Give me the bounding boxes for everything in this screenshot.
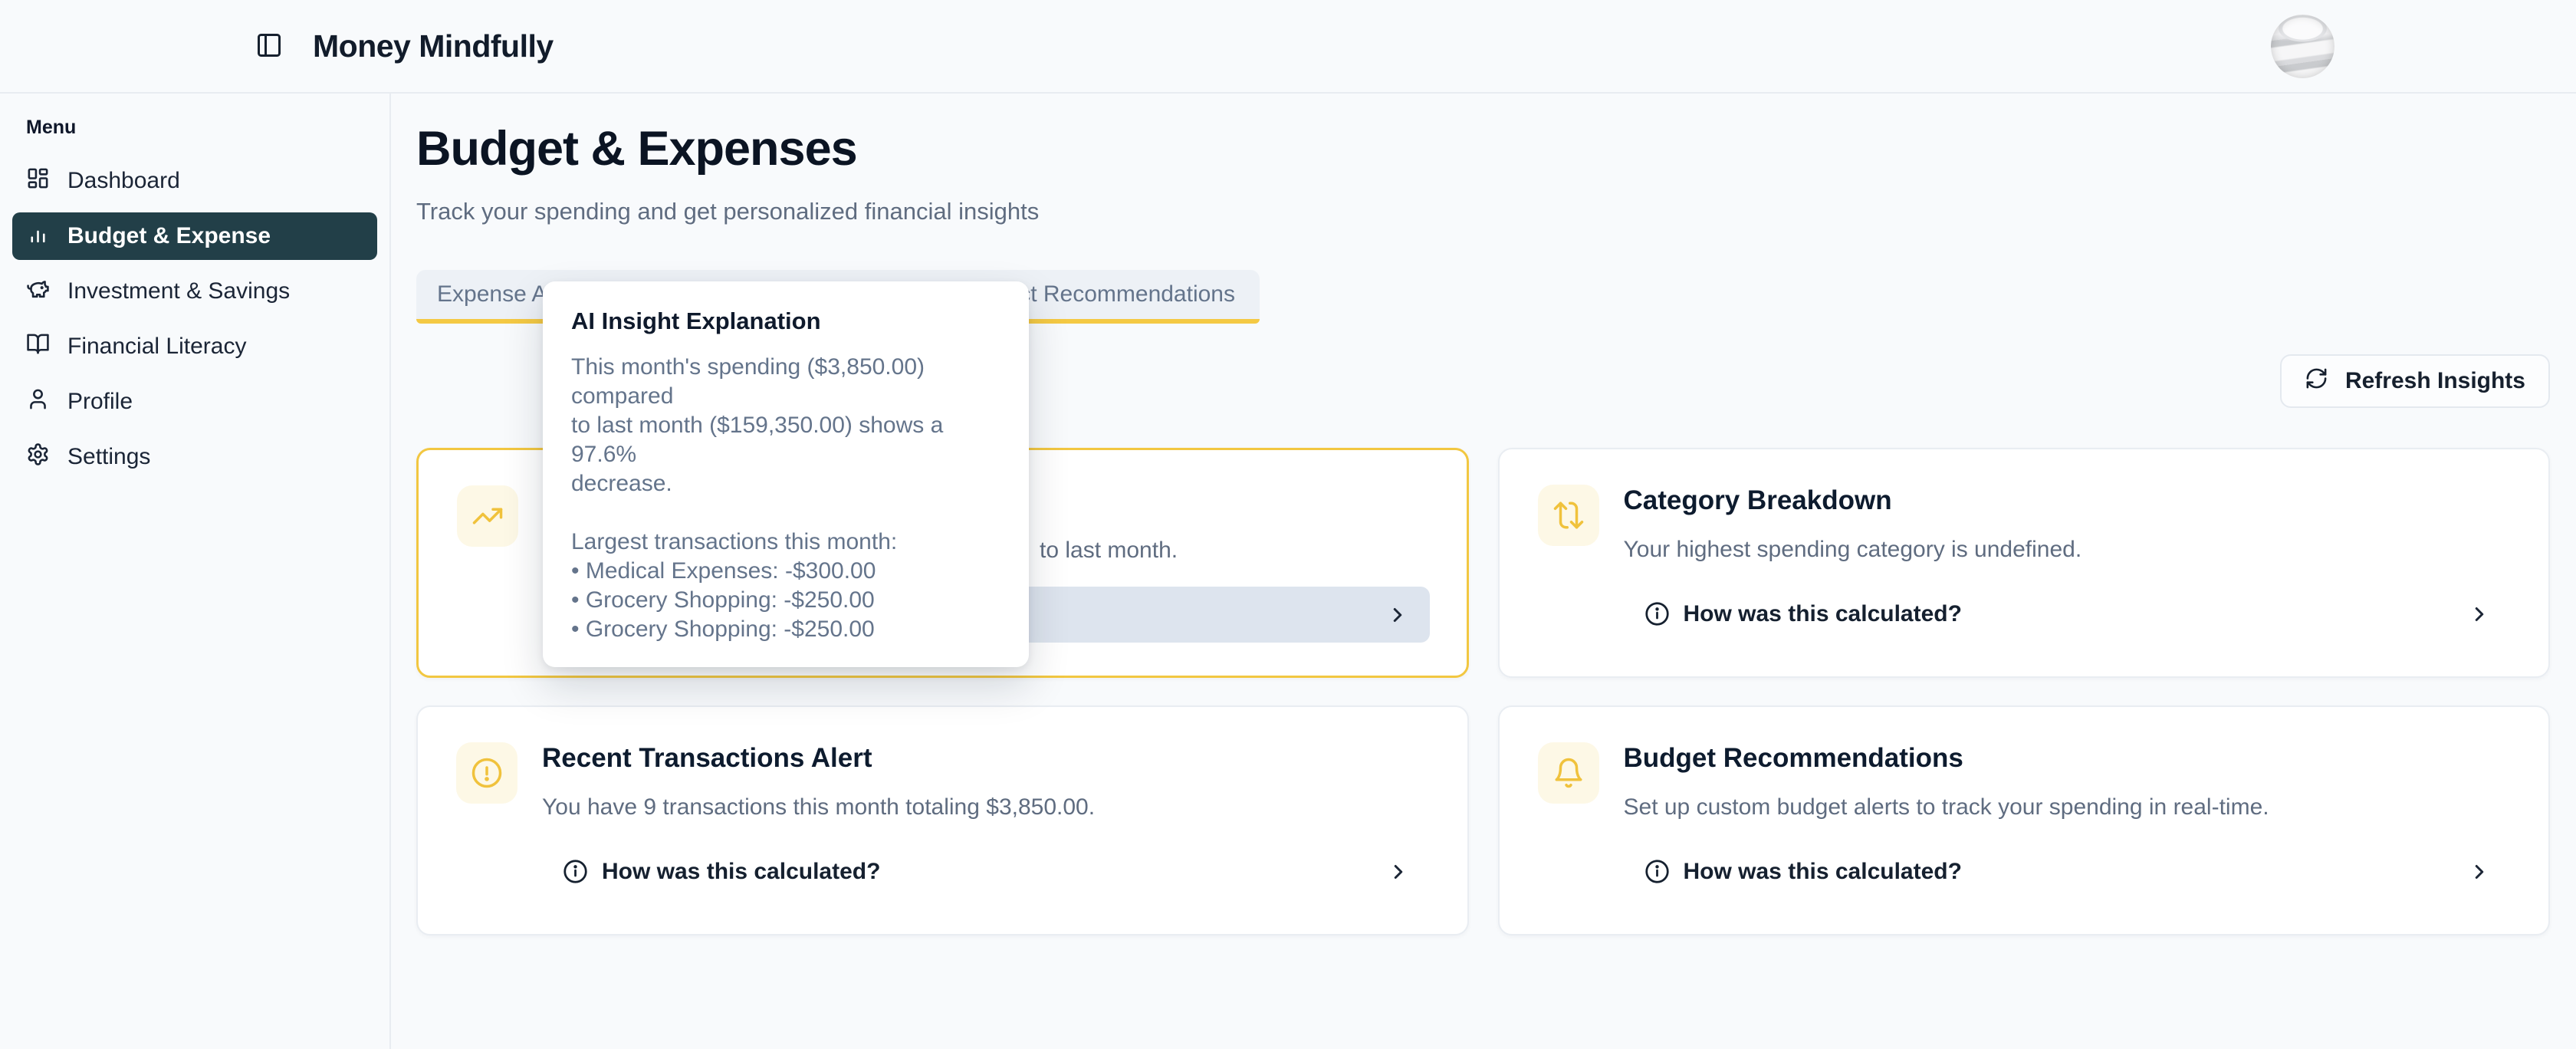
bell-icon (1538, 742, 1599, 804)
sidebar-item-label: Investment & Savings (67, 278, 290, 304)
sidebar-item-label: Profile (67, 389, 133, 415)
sidebar-item-label: Financial Literacy (67, 334, 246, 360)
app-root: Money Mindfully Menu Dashboard Budget & … (0, 0, 2576, 1049)
menu-label: Menu (12, 117, 377, 139)
dashboard-icon (26, 166, 50, 196)
popover-line: • Medical Expenses: -$300.00 (571, 557, 1001, 586)
how-calculated-row[interactable]: How was this calculated? (1624, 586, 2512, 642)
category-breakdown-card: Category Breakdown Your highest spending… (1498, 448, 2551, 678)
recent-transactions-card: Recent Transactions Alert You have 9 tra… (416, 705, 1469, 936)
popover-line: to last month ($159,350.00) shows a 97.6… (571, 411, 1001, 469)
page-title: Budget & Expenses (416, 121, 2550, 176)
sidebar-item-label: Budget & Expense (67, 223, 271, 249)
bar-chart-icon (26, 222, 50, 252)
gear-icon (26, 442, 50, 472)
card-body: Set up custom budget alerts to track you… (1624, 794, 2512, 821)
info-icon (1644, 601, 1670, 626)
how-calculated-label: How was this calculated? (1684, 601, 1962, 627)
chevron-right-icon (1386, 603, 1409, 626)
sidebar-toggle-button[interactable] (251, 28, 287, 64)
sidebar-item-financial-literacy[interactable]: Financial Literacy (12, 323, 377, 370)
popover-body: This month's spending ($3,850.00) compar… (571, 353, 1001, 644)
sidebar-item-settings[interactable]: Settings (12, 433, 377, 481)
refresh-insights-label: Refresh Insights (2345, 368, 2525, 394)
how-calculated-label: How was this calculated? (1684, 859, 1962, 885)
sidebar-item-label: Dashboard (67, 168, 180, 194)
how-calculated-label: How was this calculated? (602, 859, 880, 885)
sidebar-item-budget-expense[interactable]: Budget & Expense (12, 212, 377, 260)
ai-insight-popover: AI Insight Explanation This month's spen… (543, 281, 1029, 667)
popover-line: Largest transactions this month: (571, 528, 1001, 557)
budget-recommendations-card: Budget Recommendations Set up custom bud… (1498, 705, 2551, 936)
page-subtitle: Track your spending and get personalized… (416, 198, 2550, 225)
chevron-right-icon (2468, 860, 2491, 883)
popover-line: • Grocery Shopping: -$250.00 (571, 586, 1001, 615)
card-title: Category Breakdown (1624, 485, 2512, 517)
sidebar-item-profile[interactable]: Profile (12, 378, 377, 426)
card-body: You have 9 transactions this month total… (542, 794, 1431, 821)
alert-circle-icon (456, 742, 518, 804)
popover-title: AI Insight Explanation (571, 307, 1001, 335)
piggy-bank-icon (26, 277, 50, 307)
sidebar: Menu Dashboard Budget & Expense (0, 94, 391, 1049)
sidebar-nav: Dashboard Budget & Expense Investment & … (12, 157, 377, 481)
sidebar-item-label: Settings (67, 444, 150, 470)
popover-line: decrease. (571, 469, 1001, 498)
info-icon (563, 859, 588, 884)
chevron-right-icon (1387, 860, 1410, 883)
refresh-icon (2305, 367, 2328, 396)
sidebar-item-investment-savings[interactable]: Investment & Savings (12, 268, 377, 315)
repeat-icon (1538, 485, 1599, 546)
popover-line: This month's spending ($3,850.00) compar… (571, 353, 1001, 411)
popover-line: • Grocery Shopping: -$250.00 (571, 615, 1001, 644)
app-title: Money Mindfully (313, 28, 554, 64)
sidebar-item-dashboard[interactable]: Dashboard (12, 157, 377, 205)
user-icon (26, 387, 50, 417)
card-title: Recent Transactions Alert (542, 742, 1431, 774)
book-open-icon (26, 332, 50, 362)
top-header: Money Mindfully (0, 0, 2576, 94)
chevron-right-icon (2468, 603, 2491, 626)
user-avatar[interactable] (2271, 15, 2334, 78)
card-title: Budget Recommendations (1624, 742, 2512, 774)
panel-left-icon (255, 31, 283, 61)
trending-up-icon (457, 485, 518, 547)
popover-line (571, 498, 1001, 528)
how-calculated-row[interactable]: How was this calculated? (1624, 843, 2512, 899)
how-calculated-row[interactable]: How was this calculated? (542, 843, 1431, 899)
info-icon (1644, 859, 1670, 884)
refresh-insights-button[interactable]: Refresh Insights (2280, 354, 2550, 408)
card-body: Your highest spending category is undefi… (1624, 536, 2512, 564)
